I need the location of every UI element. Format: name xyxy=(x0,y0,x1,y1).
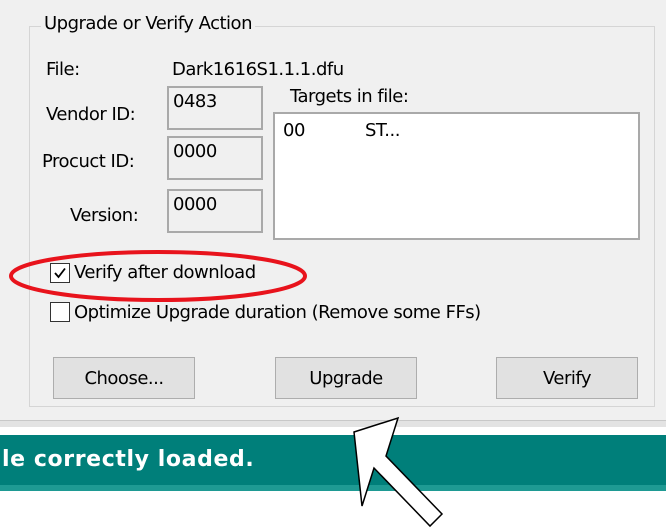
target-row-name: ST... xyxy=(365,120,400,141)
checkmark-icon xyxy=(54,267,66,279)
version-field: 0000 xyxy=(167,189,263,233)
targets-in-file-label: Targets in file: xyxy=(290,86,409,107)
file-label: File: xyxy=(46,59,80,80)
verify-after-download-label[interactable]: Verify after download xyxy=(74,262,256,284)
status-bar-underline xyxy=(0,485,666,491)
optimize-upgrade-checkbox[interactable] xyxy=(50,302,70,322)
product-id-label: Procuct ID: xyxy=(42,151,135,172)
file-name-value: Dark1616S1.1.1.dfu xyxy=(172,59,344,80)
panel-separator xyxy=(0,420,666,427)
status-message: le correctly loaded. xyxy=(2,447,255,472)
optimize-upgrade-label[interactable]: Optimize Upgrade duration (Remove some F… xyxy=(74,302,481,324)
choose-button[interactable]: Choose... xyxy=(53,357,195,399)
product-id-field: 0000 xyxy=(167,136,263,180)
target-row-id: 00 xyxy=(283,120,305,141)
upgrade-button[interactable]: Upgrade xyxy=(275,357,417,399)
verify-button[interactable]: Verify xyxy=(496,357,638,399)
groupbox-title: Upgrade or Verify Action xyxy=(41,12,255,36)
vendor-id-field: 0483 xyxy=(167,86,263,130)
version-label: Version: xyxy=(70,205,139,226)
status-bar: le correctly loaded. xyxy=(0,435,666,485)
targets-list[interactable]: 00 ST... xyxy=(273,112,640,240)
vendor-id-label: Vendor ID: xyxy=(46,104,136,125)
verify-after-download-checkbox[interactable] xyxy=(50,263,70,283)
